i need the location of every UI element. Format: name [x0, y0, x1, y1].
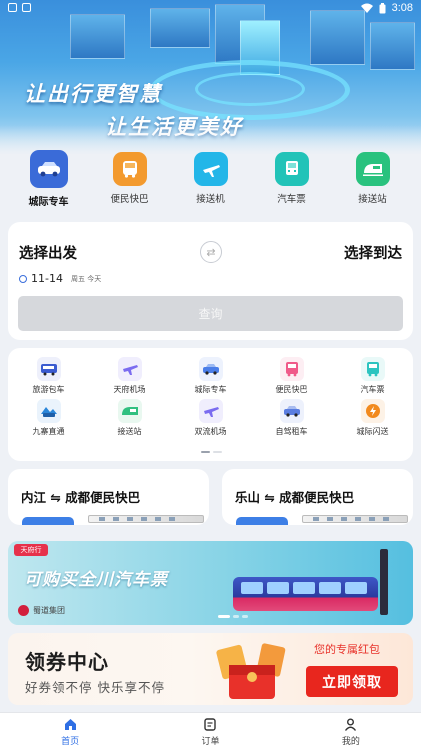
service-station-transfer[interactable]: 接送站 [89, 399, 170, 441]
category-bar: 城际专车 便民快巴 接送机 汽车票 接送站 [0, 150, 421, 214]
bus-stop-sign [380, 549, 388, 615]
car-icon [198, 357, 223, 381]
query-button[interactable]: 查询 [18, 296, 403, 331]
service-intercity-delivery[interactable]: 城际闪送 [332, 399, 413, 441]
category-quick-bus[interactable]: 便民快巴 [95, 152, 165, 214]
airport-icon [198, 399, 223, 423]
category-label: 接送站 [358, 194, 387, 205]
category-label: 汽车票 [277, 194, 306, 205]
tab-label: 订单 [201, 737, 220, 747]
category-station-transfer[interactable]: 接送站 [338, 152, 408, 214]
red-envelope-icon [216, 643, 286, 699]
wifi-icon [360, 3, 373, 13]
tab-profile[interactable]: 我的 [281, 713, 421, 750]
brand-logo: 蜀道集团 [18, 605, 65, 616]
services-panel: 旅游包车 天府机场 城际专车 便民快巴 汽车票 九寨直通 接送站 双流机场 自驾… [8, 348, 413, 461]
date-picker[interactable]: 11-14 周五 今天 [19, 272, 101, 285]
bus-image [88, 515, 204, 523]
train-icon [117, 399, 142, 423]
date-value: 11-14 [31, 272, 63, 285]
order-icon [204, 718, 217, 731]
service-label: 城际闪送 [356, 427, 389, 436]
tab-label: 首页 [61, 737, 80, 747]
route-card-neijiang[interactable]: 内江 ⇋ 成都便民快巴 [8, 469, 209, 525]
service-label: 接送站 [117, 427, 142, 436]
route-card-leshan[interactable]: 乐山 ⇋ 成都便民快巴 [222, 469, 413, 525]
home-icon [64, 719, 76, 730]
profile-icon [345, 718, 357, 731]
coach-icon [360, 357, 385, 381]
clock-icon [19, 274, 27, 283]
app-icon [22, 3, 31, 12]
category-label: 城际专车 [28, 197, 69, 208]
bus-image [302, 515, 408, 523]
plane-icon [193, 152, 228, 186]
category-intercity-car[interactable]: 城际专车 [14, 150, 84, 214]
status-bar: 3:08 [0, 0, 421, 18]
service-label: 便民快巴 [275, 385, 308, 394]
rental-car-icon [279, 399, 304, 423]
service-intercity-car[interactable]: 城际专车 [170, 357, 251, 399]
category-coach-ticket[interactable]: 汽车票 [257, 152, 327, 214]
train-icon [355, 152, 390, 186]
bottom-nav: 首页 订单 我的 [0, 712, 421, 750]
service-shuangliu-airport[interactable]: 双流机场 [170, 399, 251, 441]
service-label: 旅游包车 [32, 385, 65, 394]
status-time: 3:08 [391, 2, 413, 14]
route-title: 内江 ⇋ 成都便民快巴 [21, 490, 141, 505]
category-airport-transfer[interactable]: 接送机 [176, 152, 246, 214]
service-label: 双流机场 [194, 427, 227, 436]
hero-slogan-line1: 让出行更智慧 [24, 82, 162, 106]
claim-button[interactable]: 立即领取 [306, 666, 398, 697]
service-car-rental[interactable]: 自驾租车 [251, 399, 332, 441]
category-label: 便民快巴 [110, 194, 149, 205]
service-jiuzhai-express[interactable]: 九寨直通 [8, 399, 89, 441]
date-weekday: 周五 今天 [70, 274, 102, 283]
ticket-ad-banner[interactable]: 天府行 可购买全川汽车票 蜀道集团 [8, 541, 413, 625]
airport-icon [117, 357, 142, 381]
page-indicator [201, 451, 222, 453]
battery-icon [379, 2, 386, 13]
category-label: 接送机 [196, 194, 225, 205]
service-tour-bus[interactable]: 旅游包车 [8, 357, 89, 399]
service-label: 九寨直通 [32, 427, 65, 436]
departure-select[interactable]: 选择出发 [19, 242, 77, 263]
tab-label: 我的 [341, 737, 360, 747]
notification-icon [8, 3, 17, 12]
service-label: 城际专车 [194, 385, 227, 394]
route-title: 乐山 ⇋ 成都便民快巴 [235, 490, 355, 505]
mountain-bus-icon [36, 399, 61, 423]
coupon-center-banner[interactable]: 领券中心 好券领不停 快乐享不停 您的专属红包 立即领取 [8, 633, 413, 705]
coupon-title: 领券中心 [25, 650, 109, 674]
booking-card: 选择出发 ⇄ 选择到达 11-14 周五 今天 查询 [8, 222, 413, 340]
ad-headline: 可购买全川汽车票 [24, 570, 168, 590]
service-tianfu-airport[interactable]: 天府机场 [89, 357, 170, 399]
tab-orders[interactable]: 订单 [140, 713, 280, 750]
service-quick-bus[interactable]: 便民快巴 [251, 357, 332, 399]
service-label: 自驾租车 [275, 427, 308, 436]
tour-bus-icon [36, 357, 61, 381]
arrival-select[interactable]: 选择到达 [344, 242, 402, 263]
exclusive-label: 您的专属红包 [314, 643, 380, 656]
service-label: 天府机场 [113, 385, 146, 394]
tab-home[interactable]: 首页 [0, 713, 140, 750]
swap-icon[interactable]: ⇄ [200, 241, 222, 263]
service-label: 汽车票 [360, 385, 385, 394]
delivery-icon [360, 399, 385, 423]
coach-icon [274, 152, 309, 186]
app-logo: 天府行 [14, 544, 48, 556]
bus-icon [112, 152, 147, 186]
service-coach-ticket[interactable]: 汽车票 [332, 357, 413, 399]
coupon-subtitle: 好券领不停 快乐享不停 [25, 680, 165, 695]
bus-illustration [233, 577, 378, 611]
banner-indicator [218, 615, 248, 618]
hero-banner[interactable]: 让出行更智慧 让生活更美好 [0, 0, 421, 155]
car-icon [29, 150, 68, 188]
bus-icon [279, 357, 304, 381]
